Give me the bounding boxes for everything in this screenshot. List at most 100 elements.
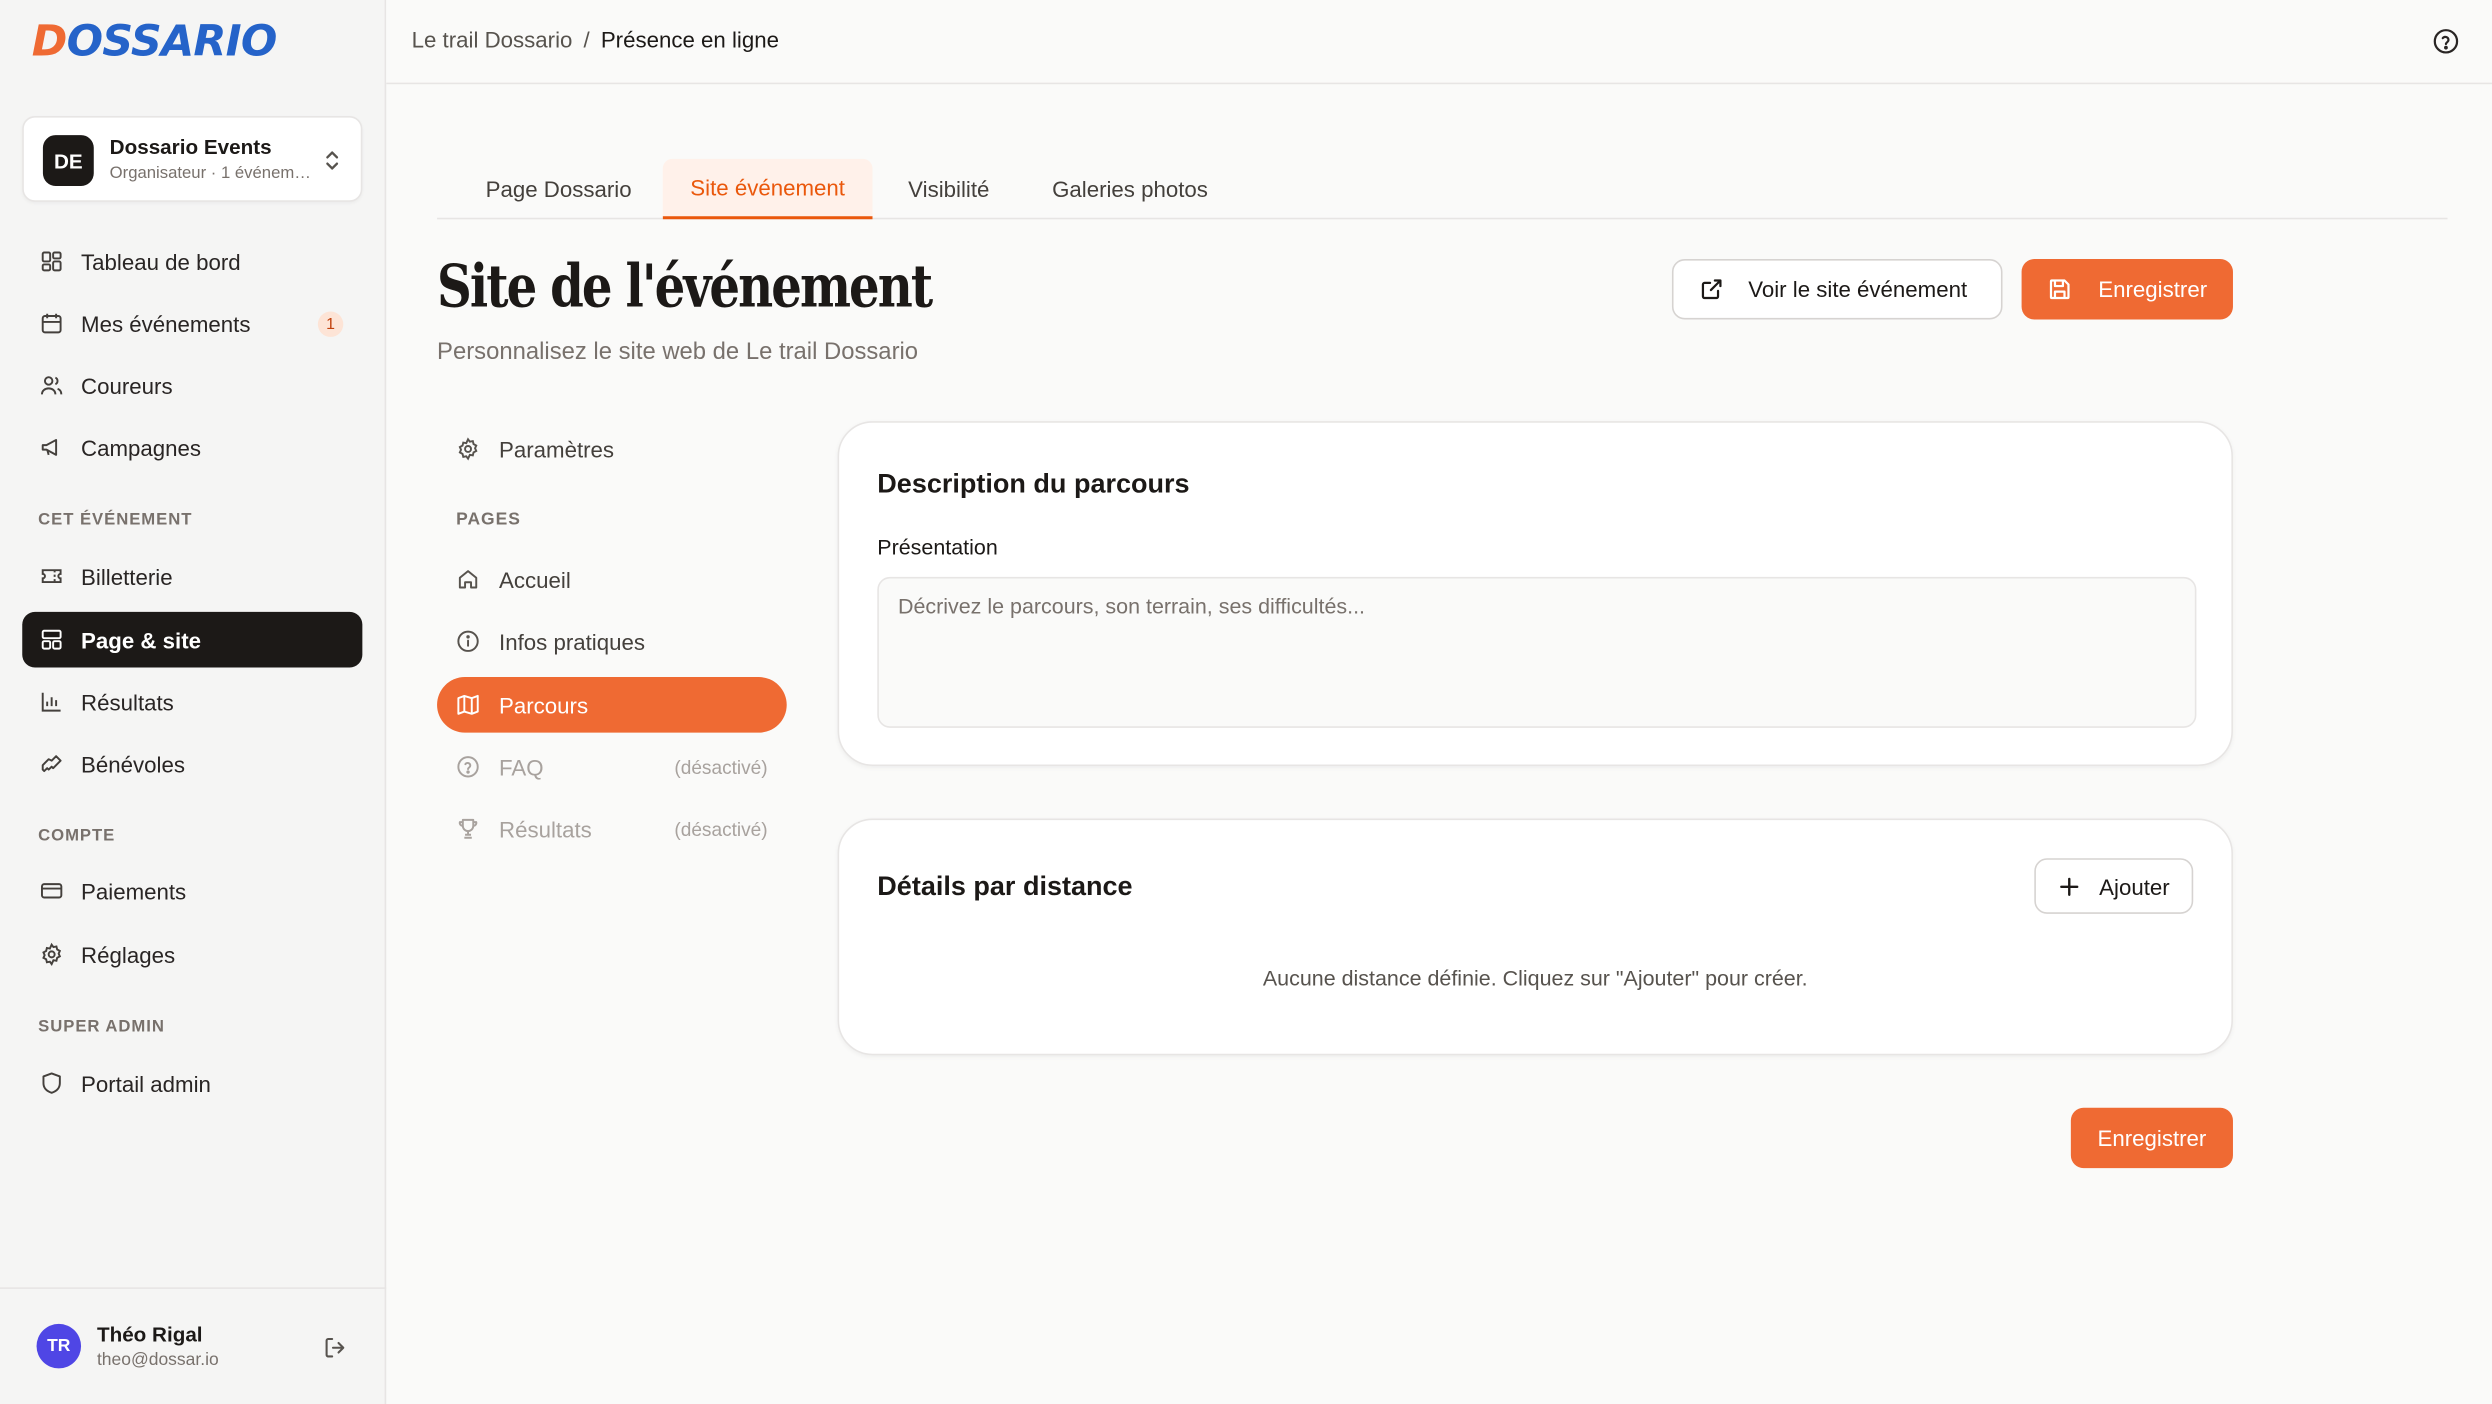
avatar[interactable]: TR [36, 1323, 82, 1369]
add-label: Ajouter [2099, 873, 2170, 899]
sidebar-item-label: Réglages [81, 941, 176, 968]
distance-details-card: Détails par distance Ajouter Aucune dist… [837, 818, 2233, 1056]
trophy-icon [458, 818, 478, 839]
site-nav-label: FAQ [499, 754, 544, 780]
sidebar-item-campaigns[interactable]: Campagnes [22, 420, 362, 476]
org-subtitle: Organisateur · 1 événement [109, 163, 317, 183]
user-profile: TR Théo Rigal theo@dossar.io [0, 1287, 387, 1404]
sidebar-item-label: Mes événements [81, 310, 251, 337]
info-icon [457, 630, 479, 652]
tab-page-dossario[interactable]: Page Dossario [462, 159, 654, 219]
section-label-superadmin: SUPER ADMIN [38, 1017, 165, 1037]
site-nav-info[interactable]: Infos pratiques [437, 613, 787, 669]
view-site-label: Voir le site événement [1748, 276, 1968, 302]
sidebar-item-label: Tableau de bord [81, 248, 241, 275]
user-name: Théo Rigal [96, 1322, 203, 1347]
question-icon [457, 756, 479, 778]
card-title: Détails par distance [877, 870, 1133, 902]
sidebar-item-page-site[interactable]: Page & site [22, 611, 363, 668]
disabled-state: (désactivé) [674, 755, 768, 778]
card-title: Description du parcours [877, 468, 1190, 500]
dashboard-icon [41, 251, 62, 272]
organization-switcher[interactable]: DE Dossario Events Organisateur · 1 évén… [22, 116, 363, 202]
sidebar-item-events[interactable]: Mes événements 1 [22, 296, 362, 352]
sidebar-item-label: Billetterie [81, 563, 173, 589]
site-nav-faq[interactable]: FAQ (désactivé) [437, 739, 787, 795]
breadcrumb: Le trail Dossario / Présence en ligne [412, 27, 779, 52]
site-nav-results[interactable]: Résultats (désactivé) [437, 801, 787, 857]
events-count-badge: 1 [317, 311, 344, 337]
disabled-state: (désactivé) [674, 817, 768, 840]
site-nav-label: Paramètres [499, 436, 615, 462]
map-icon [457, 694, 479, 715]
sidebar-item-volunteers[interactable]: Bénévoles [22, 736, 362, 792]
breadcrumb-current: Présence en ligne [600, 27, 779, 53]
user-email: theo@dossar.io [96, 1350, 219, 1370]
site-nav-label: Accueil [499, 566, 571, 593]
help-icon[interactable] [2432, 27, 2461, 56]
logo-rest: OSSARIO [66, 16, 278, 66]
view-site-button[interactable]: Voir le site événement [1671, 259, 2003, 320]
sidebar-item-ticketing[interactable]: Billetterie [22, 548, 362, 604]
sidebar-item-admin-portal[interactable]: Portail admin [22, 1055, 362, 1111]
add-distance-button[interactable]: Ajouter [2034, 858, 2194, 914]
external-link-icon [1701, 279, 1722, 300]
bar-chart-icon [41, 692, 61, 712]
sidebar-item-label: Bénévoles [81, 750, 185, 777]
gear-icon [458, 437, 478, 461]
breadcrumb-parent[interactable]: Le trail Dossario [412, 27, 573, 52]
org-name: Dossario Events [109, 135, 272, 159]
ticket-icon [41, 569, 62, 584]
section-label-event: CET ÉVÉNEMENT [38, 510, 193, 530]
site-nav-label: Parcours [499, 692, 589, 718]
pages-section-label: PAGES [456, 510, 521, 530]
section-label-account: COMPTE [38, 826, 116, 846]
site-nav-label: Infos pratiques [499, 628, 646, 654]
empty-state-message: Aucune distance définie. Cliquez sur "Aj… [1262, 966, 1808, 991]
home-icon [458, 570, 478, 589]
tab-galeries-photos[interactable]: Galeries photos [1028, 159, 1231, 219]
sidebar-item-label: Résultats [81, 688, 174, 715]
sidebar-item-label: Page & site [81, 626, 202, 653]
tab-site-evenement[interactable]: Site événement [662, 158, 873, 220]
page-subtitle: Personnalisez le site web de Le trail Do… [437, 338, 919, 366]
site-nav-home[interactable]: Accueil [437, 551, 787, 607]
logo-initial: D [31, 16, 68, 66]
site-nav-label: Résultats [499, 816, 592, 842]
page-title: Site de l'événement [437, 251, 933, 322]
sidebar-item-dashboard[interactable]: Tableau de bord [22, 234, 362, 290]
site-nav-params[interactable]: Paramètres [437, 421, 787, 477]
footer-save-button[interactable]: Enregistrer [2070, 1107, 2233, 1169]
sidebar-item-label: Coureurs [81, 372, 173, 399]
sidebar-item-settings[interactable]: Réglages [22, 927, 362, 983]
sidebar-item-label: Campagnes [81, 434, 202, 461]
sidebar-item-payments[interactable]: Paiements [22, 863, 362, 919]
logout-icon[interactable] [323, 1335, 348, 1360]
gear-icon [42, 942, 62, 966]
sidebar-item-results[interactable]: Résultats [22, 674, 362, 730]
sidebar-item-label: Paiements [81, 878, 187, 904]
tab-visibilite[interactable]: Visibilité [882, 159, 1016, 219]
shield-icon [42, 1072, 61, 1094]
save-button[interactable]: Enregistrer [2021, 259, 2233, 320]
site-nav-course[interactable]: Parcours [437, 677, 787, 733]
megaphone-icon [41, 438, 58, 456]
handshake-icon [41, 755, 62, 773]
section-tabs: Page Dossario Site événement Visibilité … [437, 158, 2448, 220]
sidebar-item-label: Portail admin [81, 1070, 211, 1096]
presentation-textarea[interactable]: Décrivez le parcours, son terrain, ses d… [877, 576, 2197, 728]
credit-card-icon [40, 883, 63, 899]
plus-icon [2059, 876, 2079, 896]
dossario-logo[interactable]: D OSSARIO [31, 16, 278, 67]
presentation-label: Présentation [877, 535, 998, 560]
users-icon [40, 376, 63, 395]
course-description-card: Description du parcours Présentation Déc… [837, 421, 2233, 767]
save-label: Enregistrer [2098, 276, 2208, 302]
calendar-icon [41, 313, 62, 334]
breadcrumb-separator: / [583, 27, 590, 53]
save-icon [2050, 279, 2071, 300]
sidebar-item-runners[interactable]: Coureurs [22, 358, 362, 414]
topbar: Le trail Dossario / Présence en ligne [386, 0, 2492, 85]
chevron-up-down-icon [326, 151, 339, 170]
layout-icon [41, 629, 62, 650]
